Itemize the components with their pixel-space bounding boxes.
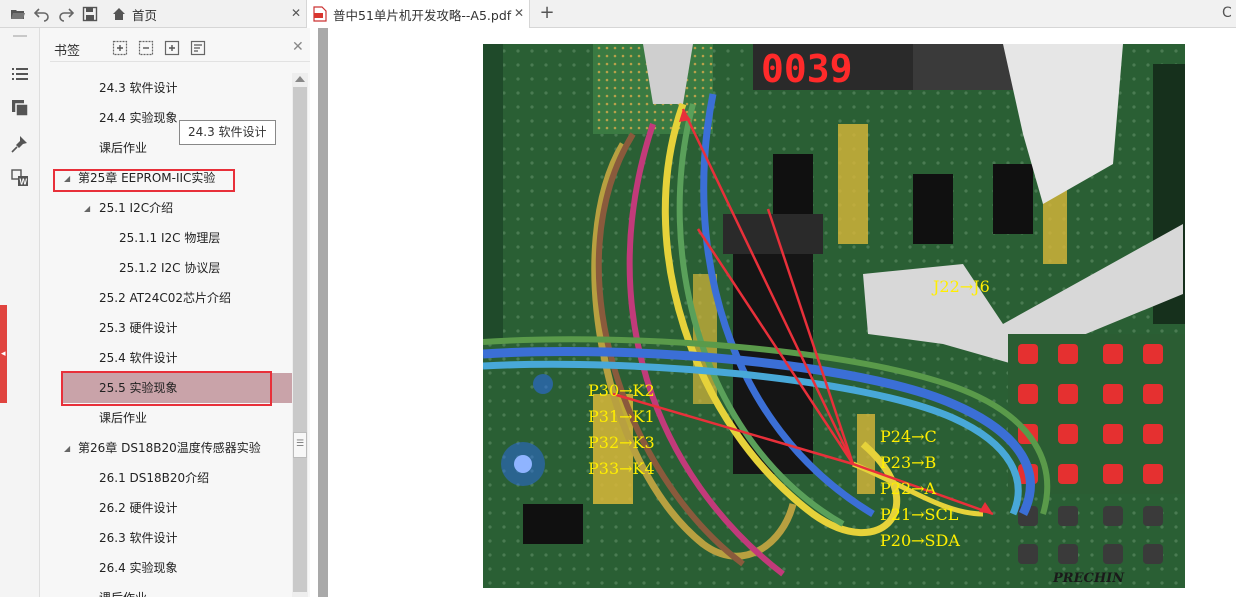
photo-label: P24→C: [880, 427, 937, 446]
bookmark-item[interactable]: 25.4 软件设计: [99, 343, 178, 373]
bookmark-panel-header: 书签 ✕: [40, 28, 310, 68]
divider: [50, 61, 310, 62]
document-view[interactable]: 0039 P30→K2 P31→K1 P32→K3 P33→K4 P24→C P…: [328, 28, 1236, 597]
undo-icon[interactable]: [34, 6, 50, 22]
photo-label: P20→SDA: [880, 531, 960, 550]
bookmark-item[interactable]: 课后作业: [99, 583, 147, 597]
sidebar-rail: W ◂: [0, 28, 40, 597]
bookmark-item[interactable]: 25.1 I2C介绍: [99, 193, 173, 223]
highlight-box: [53, 169, 235, 192]
folder-open-icon[interactable]: [10, 6, 26, 22]
bookmark-item[interactable]: 26.2 硬件设计: [99, 493, 178, 523]
new-tab-icon[interactable]: +: [538, 4, 556, 22]
panel-resize-handle[interactable]: [318, 28, 328, 597]
close-icon[interactable]: ✕: [513, 7, 525, 19]
bookmark-item[interactable]: 25.1.2 I2C 协议层: [119, 253, 220, 283]
pdf-reader-window: 首页 ✕ 普中51单片机开发攻略--A5.pdf ✕ + C W ◂ 书签 ✕ …: [0, 0, 1236, 597]
bookmark-item[interactable]: 25.1.1 I2C 物理层: [119, 223, 220, 253]
bookmark-tree: 24.3 软件设计 24.4 实验现象 课后作业 ◢ 第25章 EEPROM-IIC实验…: [40, 73, 292, 597]
bookmark-item[interactable]: 26.4 实验现象: [99, 553, 178, 583]
expand-arrow-icon[interactable]: ◢: [84, 204, 90, 213]
bookmark-item[interactable]: 课后作业: [99, 133, 147, 163]
bookmark-chapter[interactable]: 第26章 DS18B20温度传感器实验: [78, 433, 261, 463]
bookmark-item[interactable]: 25.2 AT24C02芯片介绍: [99, 283, 231, 313]
bookmark-scrollbar[interactable]: [292, 73, 308, 597]
tab-bar: 首页 ✕ 普中51单片机开发攻略--A5.pdf ✕ + C: [0, 0, 1236, 28]
photo-brand: PRECHIN: [1052, 571, 1125, 586]
photo-label: P33→K4: [588, 459, 655, 478]
expand-arrow-icon[interactable]: ◢: [64, 444, 70, 453]
collapse-all-icon[interactable]: [138, 40, 154, 56]
bookmark-properties-icon[interactable]: [190, 40, 206, 56]
photo-label: P23→B: [880, 453, 936, 472]
tab-document[interactable]: 普中51单片机开发攻略--A5.pdf ✕: [306, 0, 530, 28]
bookmark-item[interactable]: 25.3 硬件设计: [99, 313, 178, 343]
tab-home-label: 首页: [132, 7, 158, 23]
scrollbar-track[interactable]: [293, 87, 307, 592]
scrollbar-thumb[interactable]: ☰: [293, 432, 307, 458]
tab-home[interactable]: 首页 ✕: [106, 0, 306, 28]
photo-label: P31→K1: [588, 407, 655, 426]
add-bookmark-icon[interactable]: [164, 40, 180, 56]
photo-label: P32→K3: [588, 433, 655, 452]
bookmark-item[interactable]: 课后作业: [99, 403, 147, 433]
chevron-left-icon: ◂: [1, 349, 6, 359]
bookmark-item[interactable]: 24.3 软件设计: [99, 73, 178, 103]
bookmark-item[interactable]: 26.3 软件设计: [99, 523, 178, 553]
close-icon[interactable]: ✕: [292, 39, 304, 55]
refresh-icon[interactable]: C: [1222, 5, 1236, 21]
photo-label: P22→A: [880, 479, 937, 498]
bookmark-panel: 书签 ✕ 24.3 软件设计 24.4 实验现象 课后作业 ◢ 第25章 EEPROM-…: [40, 28, 310, 597]
photo-label: P30→K2: [588, 381, 655, 400]
thumbnails-icon[interactable]: [10, 98, 30, 118]
highlight-box: [61, 371, 272, 406]
list-icon[interactable]: [10, 64, 30, 84]
tab-document-label: 普中51单片机开发攻略--A5.pdf: [333, 7, 512, 23]
scroll-up-icon[interactable]: [295, 76, 305, 82]
close-icon[interactable]: ✕: [290, 7, 302, 19]
bookmark-tooltip: 24.3 软件设计: [179, 120, 276, 145]
collapse-panel-toggle[interactable]: ◂: [0, 305, 7, 403]
panel-title: 书签: [54, 44, 81, 59]
save-icon[interactable]: [82, 6, 98, 22]
pin-icon[interactable]: [10, 134, 30, 154]
pdf-icon: [313, 6, 327, 22]
photo-label: P21→SCL: [880, 505, 959, 524]
menu-handle-icon[interactable]: [10, 32, 30, 42]
svg-text:W: W: [20, 178, 28, 187]
convert-word-icon[interactable]: W: [10, 168, 30, 188]
bookmark-item[interactable]: 24.4 实验现象: [99, 103, 178, 133]
bookmark-item[interactable]: 26.1 DS18B20介绍: [99, 463, 209, 493]
photo-label: J22→J6: [931, 277, 990, 296]
svg-text:0039: 0039: [761, 47, 853, 91]
redo-icon[interactable]: [58, 6, 74, 22]
expand-all-icon[interactable]: [112, 40, 128, 56]
dev-board-photo: 0039 P30→K2 P31→K1 P32→K3 P33→K4 P24→C P…: [483, 44, 1185, 588]
home-icon: [113, 8, 125, 20]
